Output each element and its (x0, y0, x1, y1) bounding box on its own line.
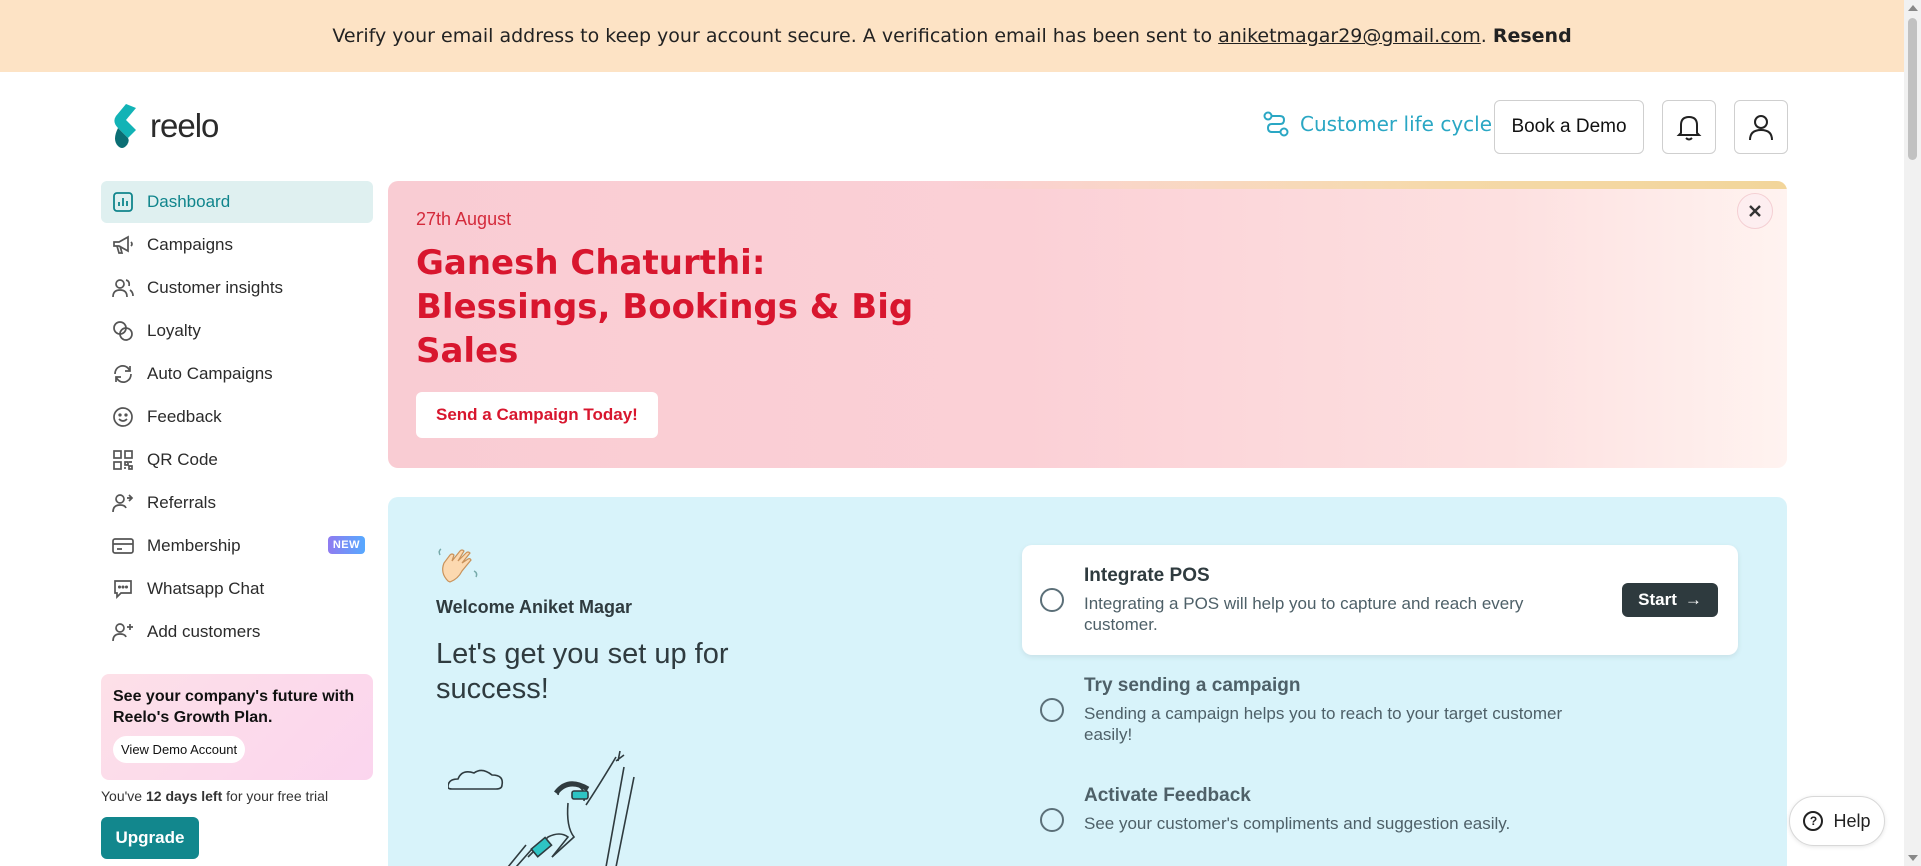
sidebar-item-add-customers[interactable]: Add customers (101, 611, 373, 653)
hero-title: Ganesh Chaturthi: Blessings, Bookings & … (416, 243, 914, 371)
logo-text: reelo (150, 107, 219, 144)
sidebar-item-label: Campaigns (147, 235, 233, 254)
customer-lifecycle-label: Customer life cycle (1300, 112, 1493, 136)
sidebar-item-dashboard[interactable]: Dashboard (101, 181, 373, 223)
sidebar-item-label: Membership (147, 536, 241, 555)
customer-lifecycle-link[interactable]: Customer life cycle (1262, 110, 1492, 138)
sidebar-item-feedback[interactable]: Feedback (101, 396, 373, 438)
upgrade-button[interactable]: Upgrade (101, 817, 199, 859)
book-demo-button[interactable]: Book a Demo (1494, 100, 1644, 154)
reelo-logo[interactable]: reelo (110, 102, 219, 150)
task-title: Activate Feedback (1084, 785, 1251, 806)
help-button[interactable]: ? Help (1789, 796, 1885, 846)
send-campaign-button[interactable]: Send a Campaign Today! (416, 392, 658, 438)
sidebar-item-label: Customer insights (147, 278, 284, 297)
qr-code-icon (111, 448, 135, 472)
dashboard-icon (111, 190, 135, 214)
smile-icon (111, 405, 135, 429)
sidebar-nav: Dashboard Campaigns Customer insights Lo… (101, 181, 373, 654)
hero-close-button[interactable] (1737, 193, 1773, 229)
hero-decor-strip (948, 181, 1787, 189)
users-icon (111, 276, 135, 300)
festival-hero-banner: 27th August Ganesh Chaturthi: Blessings,… (388, 181, 1787, 468)
promo-text: See your company's future with Reelo's G… (113, 688, 355, 726)
start-label: Start (1638, 590, 1677, 609)
sidebar-item-customer-insights[interactable]: Customer insights (101, 267, 373, 309)
trial-status: You've 12 days left for your free trial (101, 788, 328, 804)
user-icon (1749, 115, 1773, 141)
task-send-campaign[interactable]: Try sending a campaign Sending a campaig… (1022, 655, 1738, 765)
refresh-icon (111, 362, 135, 386)
reelo-logo-mark-icon (114, 104, 136, 148)
sidebar-item-label: QR Code (147, 450, 218, 469)
scrollbar-thumb[interactable] (1908, 18, 1917, 160)
trial-days: 12 days left (145, 788, 223, 804)
sidebar-item-campaigns[interactable]: Campaigns (101, 224, 373, 266)
trial-prefix: You've (101, 788, 143, 804)
bell-icon (1676, 115, 1702, 141)
hero-date: 27th August (416, 209, 512, 229)
sidebar-item-label: Auto Campaigns (147, 364, 273, 383)
sidebar-item-label: Whatsapp Chat (147, 579, 265, 598)
question-icon: ? (1803, 811, 1824, 831)
task-radio[interactable] (1040, 588, 1064, 612)
trial-suffix: for your free trial (226, 788, 329, 804)
sidebar-item-label: Dashboard (147, 192, 231, 211)
scroll-up-icon[interactable] (1908, 5, 1918, 11)
scroll-down-icon[interactable] (1908, 855, 1918, 861)
welcome-text: Welcome Aniket Magar (436, 597, 633, 617)
task-activate-feedback[interactable]: Activate Feedback See your customer's co… (1022, 765, 1738, 866)
sidebar-item-label: Loyalty (147, 321, 201, 340)
start-button[interactable]: Start → (1622, 583, 1718, 617)
sidebar-item-label: Add customers (147, 622, 261, 641)
profile-button[interactable] (1734, 100, 1788, 154)
task-integrate-pos[interactable]: Integrate POS Integrating a POS will hel… (1022, 545, 1738, 655)
setup-headline: Let's get you set up for success! (436, 638, 729, 705)
sidebar-item-membership[interactable]: Membership NEW (101, 525, 373, 567)
help-label: Help (1833, 810, 1871, 831)
sidebar-item-referrals[interactable]: Referrals (101, 482, 373, 524)
user-arrow-icon (111, 491, 135, 515)
megaphone-icon (111, 233, 135, 257)
close-icon (1749, 205, 1761, 217)
banner-dot: . (1480, 25, 1487, 47)
verify-email-banner: Verify your email address to keep your a… (0, 0, 1904, 72)
resend-link[interactable]: Resend (1493, 25, 1572, 47)
setup-section: Welcome Aniket Magar Let's get you set u… (388, 497, 1787, 866)
arrow-right-icon: → (1684, 590, 1702, 609)
user-plus-icon (111, 620, 135, 644)
notifications-button[interactable] (1662, 100, 1716, 154)
sidebar-item-label: Referrals (147, 493, 216, 512)
new-badge: NEW (327, 536, 365, 554)
task-radio[interactable] (1040, 808, 1064, 832)
sidebar-item-label: Feedback (147, 407, 222, 426)
task-desc: Integrating a POS will help you to captu… (1084, 594, 1524, 634)
waving-hand-icon (436, 545, 480, 593)
page-scrollbar[interactable] (1904, 0, 1921, 866)
task-title: Integrate POS (1084, 565, 1210, 586)
rocket-person-illustration (447, 747, 678, 866)
task-desc: Sending a campaign helps you to reach to… (1084, 704, 1563, 744)
top-header: reelo Customer life cycle Book a Demo (0, 72, 1904, 180)
growth-plan-promo: See your company's future with Reelo's G… (101, 674, 373, 780)
route-icon (1263, 111, 1289, 137)
sidebar-item-whatsapp-chat[interactable]: Whatsapp Chat (101, 568, 373, 610)
banner-message: Verify your email address to keep your a… (332, 25, 1213, 47)
coins-icon (111, 319, 135, 343)
sidebar-item-loyalty[interactable]: Loyalty (101, 310, 373, 352)
sidebar-item-auto-campaigns[interactable]: Auto Campaigns (101, 353, 373, 395)
task-radio[interactable] (1040, 698, 1064, 722)
task-desc: See your customer's compliments and sugg… (1084, 814, 1511, 833)
view-demo-account-button[interactable]: View Demo Account (113, 736, 246, 763)
chat-icon (111, 577, 135, 601)
card-icon (111, 534, 135, 558)
banner-email-link[interactable]: aniketmagar29@gmail.com (1218, 25, 1481, 47)
task-title: Try sending a campaign (1084, 675, 1301, 696)
sidebar-item-qr-code[interactable]: QR Code (101, 439, 373, 481)
